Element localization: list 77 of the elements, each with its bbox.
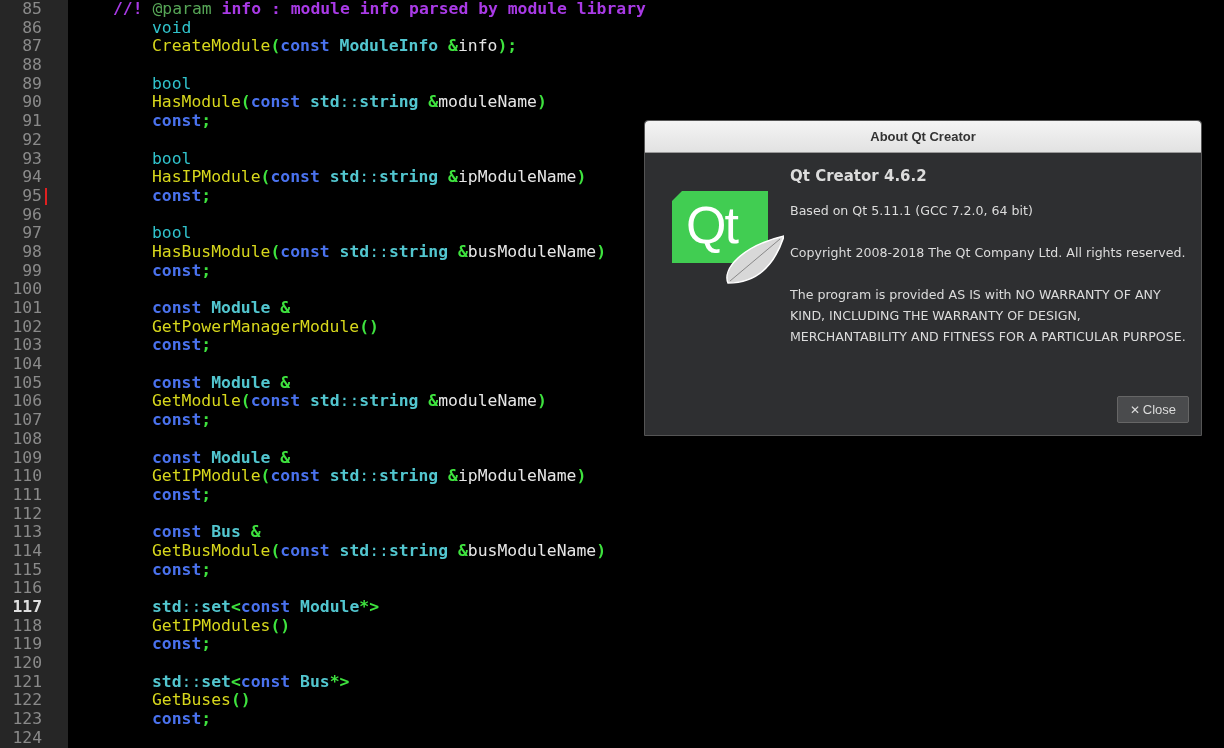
line-number: 123: [12, 709, 42, 729]
code-line: std::set<const Bus*>: [152, 671, 350, 691]
line-number: 116: [12, 578, 42, 598]
code-line: bool: [152, 223, 192, 243]
code-line: const;: [152, 709, 212, 729]
line-number: 114: [12, 540, 42, 560]
line-number: 88: [22, 55, 42, 75]
line-number: 97: [22, 223, 42, 243]
code-line: HasIPModule(const std::string &ipModuleName): [152, 167, 587, 187]
qt-logo: Qt: [672, 191, 784, 285]
line-number: 107: [12, 410, 42, 430]
line-number: 102: [12, 316, 42, 336]
dialog-title: About Qt Creator: [870, 127, 976, 146]
line-number: 96: [22, 204, 42, 224]
line-number: 100: [12, 279, 42, 299]
line-number: 89: [22, 73, 42, 93]
line-number: 92: [22, 129, 42, 149]
line-number: 87: [22, 36, 42, 56]
dialog-paragraph: Based on Qt 5.11.1 (GCC 7.2.0, 64 bit): [790, 201, 1034, 220]
code-line: GetBuses(): [152, 690, 251, 710]
close-button[interactable]: ✕ Close: [1116, 396, 1189, 423]
line-number: 119: [12, 634, 42, 654]
code-line: HasModule(const std::string &moduleName): [152, 92, 547, 112]
line-number: 110: [12, 466, 42, 486]
line-number: 101: [12, 298, 42, 317]
line-number: 86: [22, 17, 42, 37]
line-number: 112: [12, 503, 42, 523]
line-number: 93: [22, 148, 42, 168]
code-line: GetModule(const std::string &moduleName): [152, 391, 547, 411]
line-number: 108: [12, 428, 42, 448]
code-line: GetIPModule(const std::string &ipModuleName): [152, 466, 587, 486]
line-number: 91: [22, 111, 42, 131]
code-line: const;: [152, 111, 212, 131]
code-line: const;: [152, 484, 212, 504]
code-line: const;: [152, 634, 212, 654]
line-number: 117: [12, 597, 42, 616]
code-line: HasBusModule(const std::string &busModuleName): [152, 241, 606, 261]
code-line: //! @param info : module info parsed by module library: [113, 0, 646, 18]
code-line: GetBusModule(const std::string &busModuleName): [152, 540, 606, 560]
line-number: 106: [12, 391, 42, 411]
code-line: void: [152, 17, 192, 37]
code-line: std::set<const Module*>: [152, 597, 380, 616]
line-number: 109: [12, 447, 42, 467]
line-number: 105: [12, 372, 42, 392]
line-number: 95: [22, 185, 42, 205]
code-line: const;: [152, 410, 212, 430]
line-number: 115: [12, 559, 42, 579]
line-number: 103: [12, 335, 42, 355]
line-number: 120: [12, 653, 42, 673]
dialog-heading: Qt Creator 4.6.2: [790, 166, 928, 187]
code-line: CreateModule(const ModuleInfo &info);: [152, 36, 518, 56]
line-number: 124: [12, 727, 42, 747]
code-line: bool: [152, 148, 192, 168]
code-line: const;: [152, 559, 212, 579]
code-line: const Module &: [152, 372, 291, 392]
line-number: 90: [22, 92, 42, 112]
dialog-paragraph: Copyright 2008-2018 The Qt Company Ltd. All rights reserved.: [790, 243, 1187, 262]
line-number: 122: [12, 690, 42, 710]
code-line: const;: [152, 335, 212, 355]
line-number: 85: [22, 0, 42, 18]
line-number: 98: [22, 241, 42, 261]
dialog-paragraph: The program is provided AS IS with NO WARRANTY OF ANY KIND, INCLUDING THE WARRANTY OF DESIGN, MERCHANTABILITY AND FITNESS FOR A PARTICULAR PURPOSE.: [790, 285, 1187, 346]
code-line: const Bus &: [152, 522, 261, 542]
line-number: 104: [12, 354, 42, 374]
code-line: GetPowerManagerModule(): [152, 316, 379, 336]
line-number: 99: [22, 260, 42, 280]
code-line: const Module &: [152, 298, 291, 317]
code-line: bool: [152, 73, 192, 93]
line-number: 94: [22, 167, 42, 187]
code-line: const;: [152, 185, 212, 205]
code-line: const Module &: [152, 447, 291, 467]
line-number: 118: [12, 615, 42, 635]
line-number: 121: [12, 671, 42, 691]
code-line: GetIPModules(): [152, 615, 291, 635]
line-number: 113: [12, 522, 42, 542]
line-number: 111: [12, 484, 42, 504]
code-line: const;: [152, 260, 212, 280]
